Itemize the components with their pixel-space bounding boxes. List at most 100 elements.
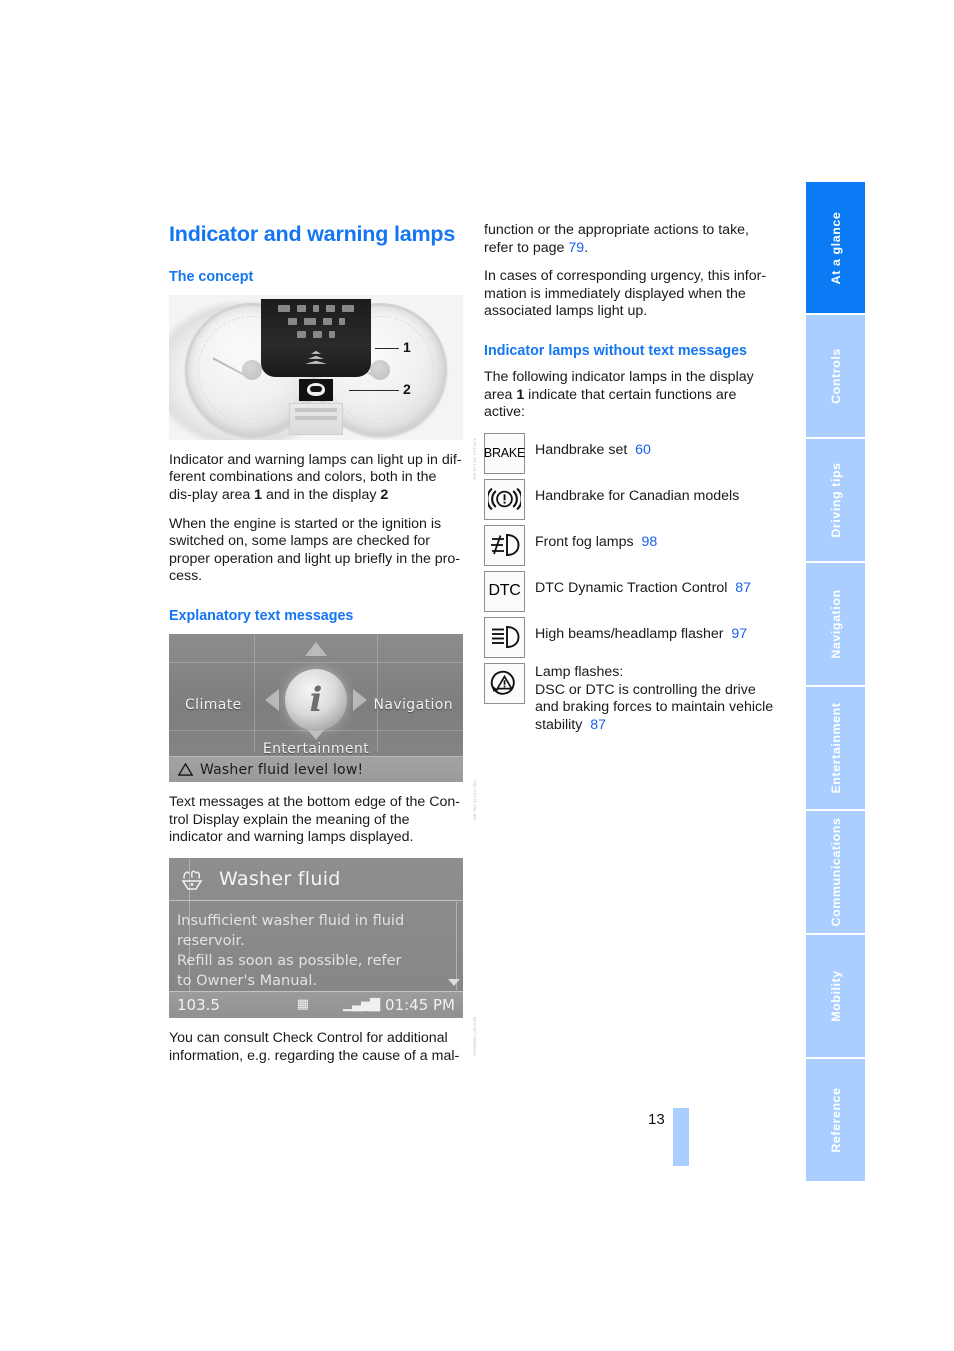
- status-message-bar: Washer fluid level low!: [169, 756, 463, 783]
- info-letter-icon: i: [309, 680, 323, 721]
- lamp-label: Handbrake set: [535, 441, 628, 458]
- table-row: BRAKE Handbrake set 60: [483, 432, 778, 474]
- lamp-description: Handbrake for Canadian models: [535, 479, 739, 506]
- callout-number-1: 1: [403, 338, 411, 355]
- page-edge-marker: [673, 1108, 689, 1166]
- menu-item-climate[interactable]: Climate: [185, 697, 242, 713]
- table-row: DTC DTC Dynamic Traction Control 87: [484, 570, 778, 612]
- display-bar: [295, 407, 337, 412]
- paragraph-text: and in the display: [262, 487, 381, 504]
- warning-triangle-icon: [178, 763, 193, 776]
- table-row: High beams/headlamp flasher 97: [484, 616, 778, 658]
- lamp-glyph: [297, 304, 306, 312]
- panel-divider: [189, 857, 190, 992]
- paragraph-text: function or the appropriate actions to t…: [484, 222, 749, 256]
- lamp-label-line: Lamp flashes:: [535, 663, 624, 680]
- page-reference-link[interactable]: 97: [731, 626, 747, 642]
- lamp-glyph: [297, 330, 306, 338]
- paragraph-engine-start-check: When the engine is started or the igniti…: [169, 515, 461, 585]
- tab-driving-tips[interactable]: Driving tips: [806, 439, 865, 563]
- tab-mobility[interactable]: Mobility: [806, 935, 865, 1059]
- paragraph-urgency: In cases of corresponding urgency, this …: [484, 268, 767, 320]
- check-control-message-body: Insufficient washer fluid in fluid reser…: [169, 901, 463, 991]
- page-reference-link[interactable]: 60: [635, 442, 651, 458]
- lamp-description: DTC Dynamic Traction Control 87: [535, 571, 751, 598]
- section-heading-indicator-lamps-without-text-messages: Indicator lamps without text messages: [484, 342, 747, 359]
- tab-label: At a glance: [828, 211, 843, 284]
- check-control-header: Washer fluid: [169, 858, 463, 901]
- arrow-left-icon: [265, 689, 279, 712]
- tab-reference[interactable]: Reference: [806, 1059, 865, 1181]
- lamp-glyph: [338, 317, 345, 325]
- arrow-up-icon: [305, 642, 327, 657]
- tab-label: Driving tips: [828, 462, 843, 538]
- tab-communications[interactable]: Communications: [806, 811, 865, 935]
- table-row: Handbrake for Canadian models: [484, 478, 778, 520]
- tab-label: Mobility: [828, 970, 843, 1022]
- lamp-label: High beams/headlamp flasher: [535, 625, 724, 642]
- figure-credit-code: JGB TBV de CHJ SBL: [473, 780, 477, 822]
- dtc-lamp-icon-text: DTC: [488, 582, 521, 600]
- menu-item-entertainment[interactable]: Entertainment: [263, 741, 369, 757]
- control-display-main-menu: i Climate Navigation Entertainment Washe…: [169, 634, 463, 783]
- dsc-dtc-warning-icon: [484, 662, 525, 704]
- display-bar: [295, 415, 337, 420]
- page-title: Indicator and warning lamps: [169, 222, 456, 246]
- lamp-label-line: stability: [535, 716, 583, 733]
- front-fog-lamp-glyph: [491, 534, 520, 557]
- handbrake-canadian-glyph: [488, 488, 521, 511]
- manual-page: Indicator and warning lamps The concept: [0, 0, 954, 1351]
- page-reference-link[interactable]: 79: [568, 240, 584, 256]
- lamp-label: DTC Dynamic Traction Control: [535, 579, 728, 596]
- lamp-label-line: and braking forces to maintain vehicle: [535, 699, 774, 716]
- tab-navigation[interactable]: Navigation: [806, 563, 865, 687]
- message-line: reservoir.: [177, 932, 245, 949]
- lamp-description: Handbrake set 60: [535, 433, 651, 460]
- lamp-glyph: [278, 304, 290, 312]
- table-row: Front fog lamps 98: [484, 524, 778, 566]
- brake-lamp-icon: BRAKE: [483, 432, 526, 474]
- lamp-glyph-row-1: [261, 299, 371, 312]
- scroll-down-arrow-icon[interactable]: [448, 978, 460, 986]
- paragraph-check-control-consult: You can consult Check Control for additi…: [169, 1029, 460, 1064]
- tab-label: Reference: [828, 1087, 843, 1153]
- grid-line: [169, 662, 463, 664]
- right-text-column: function or the appropriate actions to t…: [484, 222, 778, 739]
- display-area-ref-1: 1: [254, 487, 263, 504]
- tab-controls[interactable]: Controls: [806, 315, 865, 439]
- tab-at-a-glance[interactable]: At a glance: [806, 182, 865, 315]
- figure-instrument-cluster: 1 2 JWE SPTJLF XYTJLFL: [169, 294, 477, 481]
- check-control-status-bar: 103.5 ▦ ▁▃▅▇ 01:45 PM: [169, 990, 463, 1018]
- scroll-track[interactable]: [456, 901, 457, 990]
- lamp-glyph: [287, 317, 297, 325]
- section-heading-the-concept: The concept: [169, 268, 254, 285]
- lamp-glyph-row-3: [261, 325, 371, 338]
- media-source-icon: ▦: [296, 997, 310, 1013]
- page-reference-link[interactable]: 87: [590, 717, 606, 733]
- lamp-glyph: [329, 330, 335, 338]
- instrument-cluster-image: 1 2: [169, 294, 463, 440]
- lamp-label: Handbrake for Canadian models: [535, 487, 740, 504]
- arrow-right-icon: [353, 689, 367, 712]
- page-reference-link[interactable]: 98: [641, 534, 657, 550]
- lamp-label: Front fog lamps: [535, 533, 634, 550]
- tab-entertainment[interactable]: Entertainment: [806, 687, 865, 811]
- lamp-glyph: [313, 330, 322, 338]
- status-message-text: Washer fluid level low!: [200, 761, 364, 778]
- paragraph-lamp-combinations: Indicator and warning lamps can light up…: [169, 452, 463, 505]
- check-control-title: Washer fluid: [219, 867, 341, 890]
- lamp-description: High beams/headlamp flasher 97: [535, 617, 747, 644]
- message-line: Refill as soon as possible, refer: [177, 952, 402, 969]
- brake-lamp-icon-text: BRAKE: [483, 446, 526, 461]
- lamp-glyph: [313, 304, 319, 312]
- tab-label: Navigation: [828, 589, 843, 659]
- figure-credit-code: JWE SPTJLF XYTJLFL: [473, 437, 477, 481]
- warning-glyph-icon: [307, 383, 325, 397]
- indicator-lamp-table: BRAKE Handbrake set 60 Handbrake for Can…: [483, 432, 778, 734]
- dsc-dtc-warning-glyph: [490, 671, 515, 696]
- page-reference-link[interactable]: 87: [735, 580, 751, 596]
- tab-label: Communications: [828, 817, 843, 927]
- menu-item-navigation[interactable]: Navigation: [373, 697, 453, 713]
- lamp-glyph: [322, 317, 332, 325]
- lamp-glyph: [342, 304, 354, 312]
